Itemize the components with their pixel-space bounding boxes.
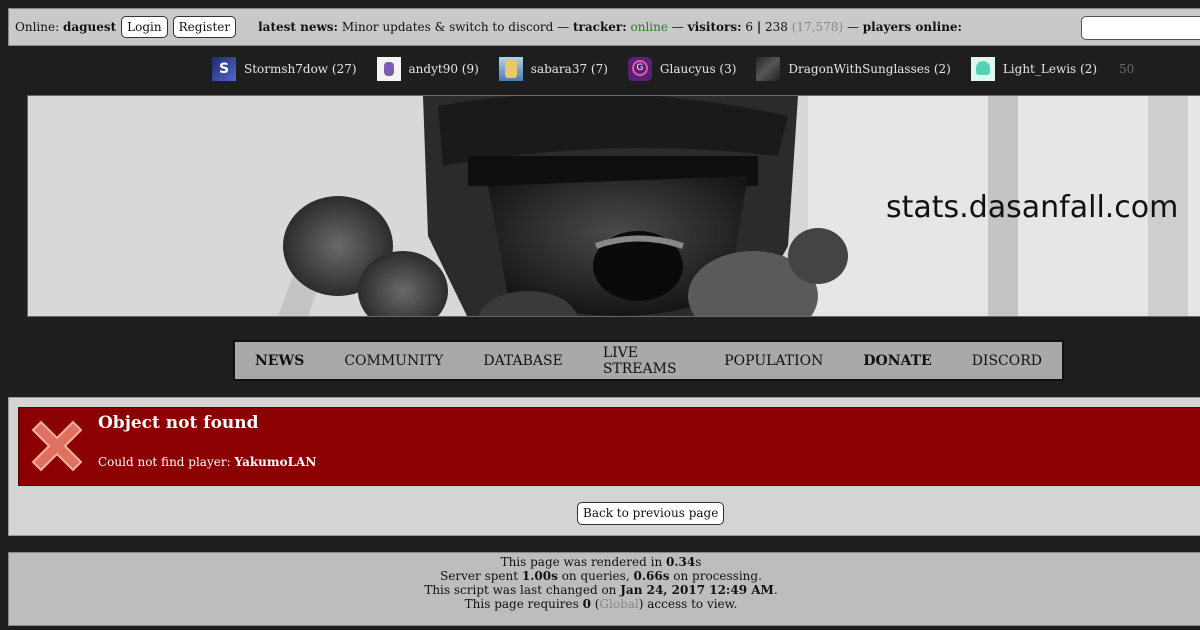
dragon-avatar-icon bbox=[756, 57, 781, 81]
site-title: stats.dasanfall.com bbox=[886, 190, 1179, 225]
light-lewis-avatar-icon bbox=[970, 57, 995, 81]
error-message: Could not find player: YakumoLAN bbox=[98, 455, 317, 469]
footer-server-time: Server spent 1.00s on queries, 0.66s on … bbox=[440, 569, 762, 583]
main-nav: NEWS COMMUNITY DATABASE LIVE STREAMS POP… bbox=[233, 340, 1064, 381]
footer-last-changed: This script was last changed on Jan 24, … bbox=[424, 583, 778, 597]
player-name[interactable]: sabara37 (7) bbox=[531, 62, 608, 76]
separator: — bbox=[671, 20, 684, 34]
news-ticker: latest news: Minor updates & switch to d… bbox=[258, 20, 962, 34]
error-box: Object not found Could not find player: … bbox=[18, 407, 1200, 486]
player-item[interactable]: sabara37 (7) bbox=[498, 57, 608, 81]
nav-discord[interactable]: DISCORD bbox=[972, 353, 1042, 369]
player-name[interactable]: andyt90 (9) bbox=[409, 62, 479, 76]
login-button[interactable]: Login bbox=[121, 16, 168, 38]
nav-population[interactable]: POPULATION bbox=[724, 353, 823, 369]
footer-access: This page requires 0 (Global) access to … bbox=[464, 597, 738, 611]
error-title: Object not found bbox=[98, 413, 259, 433]
sabara37-avatar-icon bbox=[498, 57, 523, 81]
player-name[interactable]: DragonWithSunglasses (2) bbox=[788, 62, 950, 76]
player-item[interactable]: andyt90 (9) bbox=[376, 57, 479, 81]
visitors-total: (17,578) bbox=[791, 20, 844, 34]
glaucyus-avatar-icon bbox=[627, 57, 652, 81]
nav-community[interactable]: COMMUNITY bbox=[344, 353, 443, 369]
player-name[interactable]: Light_Lewis (2) bbox=[1003, 62, 1097, 76]
stormsh7dow-avatar-icon: S bbox=[212, 57, 236, 81]
nav-donate[interactable]: DONATE bbox=[863, 353, 931, 369]
news-text[interactable]: Minor updates & switch to discord bbox=[342, 20, 554, 34]
player-item[interactable]: Glaucyus (3) bbox=[627, 57, 737, 81]
visitors-label: visitors: bbox=[687, 20, 742, 34]
missing-player-name: YakumoLAN bbox=[234, 455, 317, 469]
players-online-label: players online: bbox=[862, 20, 962, 34]
username: daguest bbox=[62, 20, 117, 34]
online-label: Online: daguest bbox=[15, 20, 117, 34]
visitors-now: 6 bbox=[745, 20, 753, 34]
player-item[interactable]: DragonWithSunglasses (2) bbox=[756, 57, 951, 81]
nav-news[interactable]: NEWS bbox=[255, 353, 304, 369]
nav-live-streams[interactable]: LIVE STREAMS bbox=[603, 345, 684, 377]
footer-render-time: This page was rendered in 0.34s bbox=[500, 555, 702, 569]
register-button[interactable]: Register bbox=[172, 16, 237, 38]
player-item[interactable]: Light_Lewis (2) bbox=[970, 57, 1097, 81]
tracker-label: tracker: bbox=[573, 20, 627, 34]
error-x-icon bbox=[31, 420, 83, 472]
content-panel: Object not found Could not find player: … bbox=[8, 397, 1200, 536]
separator: — bbox=[557, 20, 570, 34]
separator: — bbox=[846, 20, 859, 34]
players-count: 50 bbox=[1119, 62, 1135, 76]
player-name[interactable]: Glaucyus (3) bbox=[660, 62, 737, 76]
nav-database[interactable]: DATABASE bbox=[483, 353, 562, 369]
search-input[interactable] bbox=[1081, 16, 1200, 40]
footer: This page was rendered in 0.34s Server s… bbox=[8, 552, 1200, 626]
top-bar: Online: daguest Login Register latest ne… bbox=[8, 8, 1200, 46]
andyt90-avatar-icon bbox=[376, 57, 401, 81]
player-item[interactable]: S Stormsh7dow (27) bbox=[212, 57, 357, 81]
header-banner[interactable]: stats.dasanfall.com bbox=[27, 95, 1200, 317]
news-label: latest news: bbox=[258, 20, 338, 34]
player-name[interactable]: Stormsh7dow (27) bbox=[244, 62, 357, 76]
players-online-list: S Stormsh7dow (27) andyt90 (9) sabara37 … bbox=[212, 56, 1134, 82]
visitors-today: 238 bbox=[765, 20, 788, 34]
tracker-status: online bbox=[630, 20, 668, 34]
back-button[interactable]: Back to previous page bbox=[577, 502, 725, 525]
